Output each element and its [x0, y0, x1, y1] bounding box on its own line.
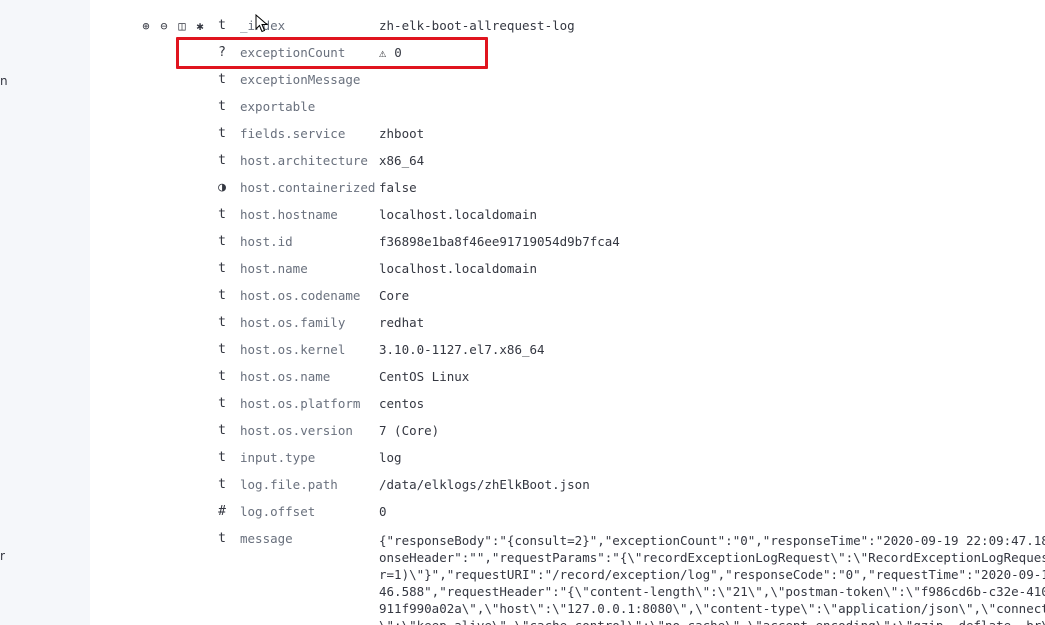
- field-name: host.os.version: [240, 423, 353, 438]
- field-row: t host.id f36898e1ba8f46ee91719054d9b7fc…: [90, 229, 1045, 256]
- field-type-icon: t: [218, 396, 226, 411]
- field-value: centos: [379, 396, 425, 411]
- message-line: \":\"keep-alive\",\"cache-control\":\"no…: [379, 617, 1045, 625]
- field-type-icon: t: [218, 99, 226, 114]
- field-row: t host.os.version 7 (Core): [90, 418, 1045, 445]
- field-value: 7 (Core): [379, 423, 440, 438]
- field-value: zh-elk-boot-allrequest-log: [379, 18, 575, 33]
- field-name: host.hostname: [240, 207, 338, 222]
- field-name: host.os.codename: [240, 288, 361, 303]
- mouse-cursor-icon: [255, 14, 269, 33]
- field-type-icon: t: [218, 450, 226, 465]
- number-type-icon: #: [218, 504, 226, 519]
- field-type-icon: t: [218, 207, 226, 222]
- field-value: CentOS Linux: [379, 369, 470, 384]
- field-name: host.name: [240, 261, 308, 276]
- boolean-type-icon: ◑: [218, 180, 226, 195]
- message-line: 911f990a02a\",\"host\":\"127.0.0.1:8080\…: [379, 601, 1045, 616]
- message-value: {"responseBody":"{consult=2}","exception…: [379, 532, 1045, 625]
- field-type-icon: t: [218, 369, 226, 384]
- field-row: ◑ host.containerized false: [90, 175, 1045, 202]
- field-type-icon: t: [218, 288, 226, 303]
- field-row: t host.hostname localhost.localdomain: [90, 202, 1045, 229]
- field-row: t exceptionMessage: [90, 67, 1045, 94]
- message-line: onseHeader":"","requestParams":"{\"recor…: [379, 550, 1045, 565]
- field-type-icon: t: [218, 531, 226, 546]
- field-row: t fields.service zhboot: [90, 121, 1045, 148]
- field-value: Core: [379, 288, 410, 303]
- field-row: t exportable: [90, 94, 1045, 121]
- field-type-icon: t: [218, 261, 226, 276]
- field-row: t input.type log: [90, 445, 1045, 472]
- field-row: t host.os.platform centos: [90, 391, 1045, 418]
- field-type-icon: t: [218, 153, 226, 168]
- zoom-out-icon[interactable]: ⊖: [156, 18, 172, 34]
- field-value: log: [379, 450, 402, 465]
- field-name: fields.service: [240, 126, 346, 141]
- field-type-icon: t: [218, 72, 226, 87]
- zoom-in-icon[interactable]: ⊕: [138, 18, 154, 34]
- message-line: 46.588","requestHeader":"{\"content-leng…: [379, 584, 1045, 599]
- row-actions: ⊕ ⊖ ◫ ✱: [138, 18, 208, 34]
- field-type-icon: t: [218, 477, 226, 492]
- field-name: input.type: [240, 450, 316, 465]
- field-name: log.file.path: [240, 477, 338, 492]
- field-value: 3.10.0-1127.el7.x86_64: [379, 342, 545, 357]
- filter-exists-icon[interactable]: ✱: [192, 18, 208, 34]
- field-type-icon: t: [218, 18, 226, 33]
- field-name: host.os.platform: [240, 396, 361, 411]
- left-sidebar-rail: n r: [0, 0, 90, 625]
- field-value: 0: [379, 504, 387, 519]
- message-line: r=1)\"}","requestURI":"/record/exception…: [379, 567, 1045, 582]
- sidebar-fragment-text: n: [0, 74, 8, 88]
- document-detail-table: ⊕ ⊖ ◫ ✱ t _index zh-elk-boot-allrequest-…: [90, 0, 1045, 625]
- field-row: t host.name localhost.localdomain: [90, 256, 1045, 283]
- field-name: host.os.name: [240, 369, 331, 384]
- field-name: host.containerized: [240, 180, 376, 195]
- field-name: host.id: [240, 234, 293, 249]
- field-value: localhost.localdomain: [379, 261, 538, 276]
- field-type-icon: t: [218, 234, 226, 249]
- field-name: exceptionMessage: [240, 72, 361, 87]
- field-row: # log.offset 0: [90, 499, 1045, 526]
- toggle-column-icon[interactable]: ◫: [174, 18, 190, 34]
- field-value: redhat: [379, 315, 425, 330]
- highlight-annotation-box: [176, 37, 488, 69]
- field-value: /data/elklogs/zhElkBoot.json: [379, 477, 590, 492]
- field-type-icon: t: [218, 342, 226, 357]
- field-row: t host.os.codename Core: [90, 283, 1045, 310]
- field-value: x86_64: [379, 153, 425, 168]
- field-value: localhost.localdomain: [379, 207, 538, 222]
- field-row: t host.os.kernel 3.10.0-1127.el7.x86_64: [90, 337, 1045, 364]
- field-name: exportable: [240, 99, 316, 114]
- message-line: {"responseBody":"{consult=2}","exception…: [379, 533, 1045, 548]
- field-type-icon: t: [218, 315, 226, 330]
- field-value: zhboot: [379, 126, 425, 141]
- field-name: host.os.kernel: [240, 342, 346, 357]
- field-row: t host.architecture x86_64: [90, 148, 1045, 175]
- field-row: t host.os.family redhat: [90, 310, 1045, 337]
- field-row: t host.os.name CentOS Linux: [90, 364, 1045, 391]
- sidebar-fragment-text: r: [0, 549, 5, 563]
- field-value: false: [379, 180, 417, 195]
- field-row: t log.file.path /data/elklogs/zhElkBoot.…: [90, 472, 1045, 499]
- field-type-icon: t: [218, 423, 226, 438]
- field-value: f36898e1ba8f46ee91719054d9b7fca4: [379, 234, 620, 249]
- field-name: host.os.family: [240, 315, 346, 330]
- field-name: log.offset: [240, 504, 316, 519]
- field-name: message: [240, 531, 293, 546]
- field-row-index: ⊕ ⊖ ◫ ✱ t _index zh-elk-boot-allrequest-…: [90, 13, 1045, 40]
- field-name: host.architecture: [240, 153, 368, 168]
- field-type-icon: t: [218, 126, 226, 141]
